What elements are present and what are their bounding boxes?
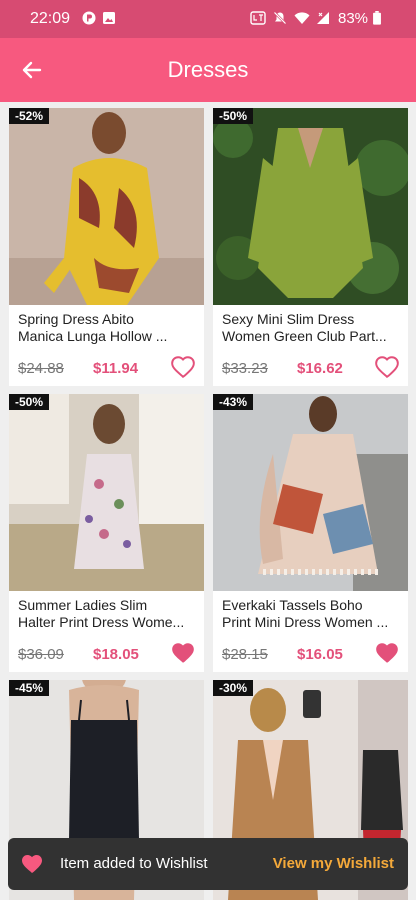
heart-filled-icon[interactable] (374, 640, 400, 666)
discount-badge: -50% (213, 108, 254, 124)
sale-price: $11.94 (93, 360, 139, 377)
heart-outline-icon[interactable] (374, 354, 400, 380)
product-name[interactable]: Sexy Mini Slim Dress Women Green Club Pa… (222, 311, 402, 345)
product-name[interactable]: Spring Dress Abito Manica Lunga Hollow .… (18, 311, 198, 345)
sale-price: $16.05 (297, 646, 343, 663)
product-name[interactable]: Summer Ladies Slim Halter Print Dress Wo… (18, 597, 198, 631)
product-image[interactable] (9, 108, 204, 305)
product-card[interactable]: -43% Everkaki Tassels Boho Print Mini Dr… (213, 394, 408, 672)
status-time: 22:09 (30, 10, 71, 27)
discount-badge: -50% (9, 394, 50, 410)
heart-filled-icon[interactable] (170, 640, 196, 666)
page-title: Dresses (167, 57, 249, 82)
battery-icon (373, 11, 381, 25)
discount-badge: -52% (9, 108, 50, 124)
discount-badge: -30% (213, 680, 254, 696)
product-image[interactable] (9, 394, 204, 591)
original-price: $24.88 (18, 360, 64, 377)
product-card[interactable]: -52% Spring Dress Abito Manica Lunga Hol… (9, 108, 204, 386)
snackbar: Item added to Wishlist View my Wishlist (8, 838, 408, 890)
product-card[interactable]: -50% Summer Ladies Slim Halter Print Dre… (9, 394, 204, 672)
original-price: $28.15 (222, 646, 268, 663)
product-card[interactable]: -50% Sexy Mini Slim Dress Women Green Cl… (213, 108, 408, 386)
volte-icon (250, 11, 266, 25)
original-price: $33.23 (222, 360, 268, 377)
product-name[interactable]: Everkaki Tassels Boho Print Mini Dress W… (222, 597, 402, 631)
view-wishlist-button[interactable]: View my Wishlist (273, 855, 394, 872)
app-bar: Dresses (0, 38, 416, 102)
snackbar-message: Item added to Wishlist (60, 855, 208, 872)
discount-badge: -45% (9, 680, 50, 696)
sale-price: $16.62 (297, 360, 343, 377)
mute-icon (273, 11, 287, 25)
original-price: $36.09 (18, 646, 64, 663)
app-notification-icon (82, 11, 96, 25)
discount-badge: -43% (213, 394, 254, 410)
heart-outline-icon[interactable] (170, 354, 196, 380)
battery-percentage: 83% (338, 10, 369, 27)
status-bar: 22:09 83% (0, 0, 416, 38)
wifi-icon (294, 12, 310, 24)
image-notification-icon (103, 12, 115, 24)
signal-icon (317, 12, 329, 24)
product-image[interactable] (213, 108, 408, 305)
heart-filled-icon (22, 855, 42, 873)
sale-price: $18.05 (93, 646, 139, 663)
product-image[interactable] (213, 394, 408, 591)
